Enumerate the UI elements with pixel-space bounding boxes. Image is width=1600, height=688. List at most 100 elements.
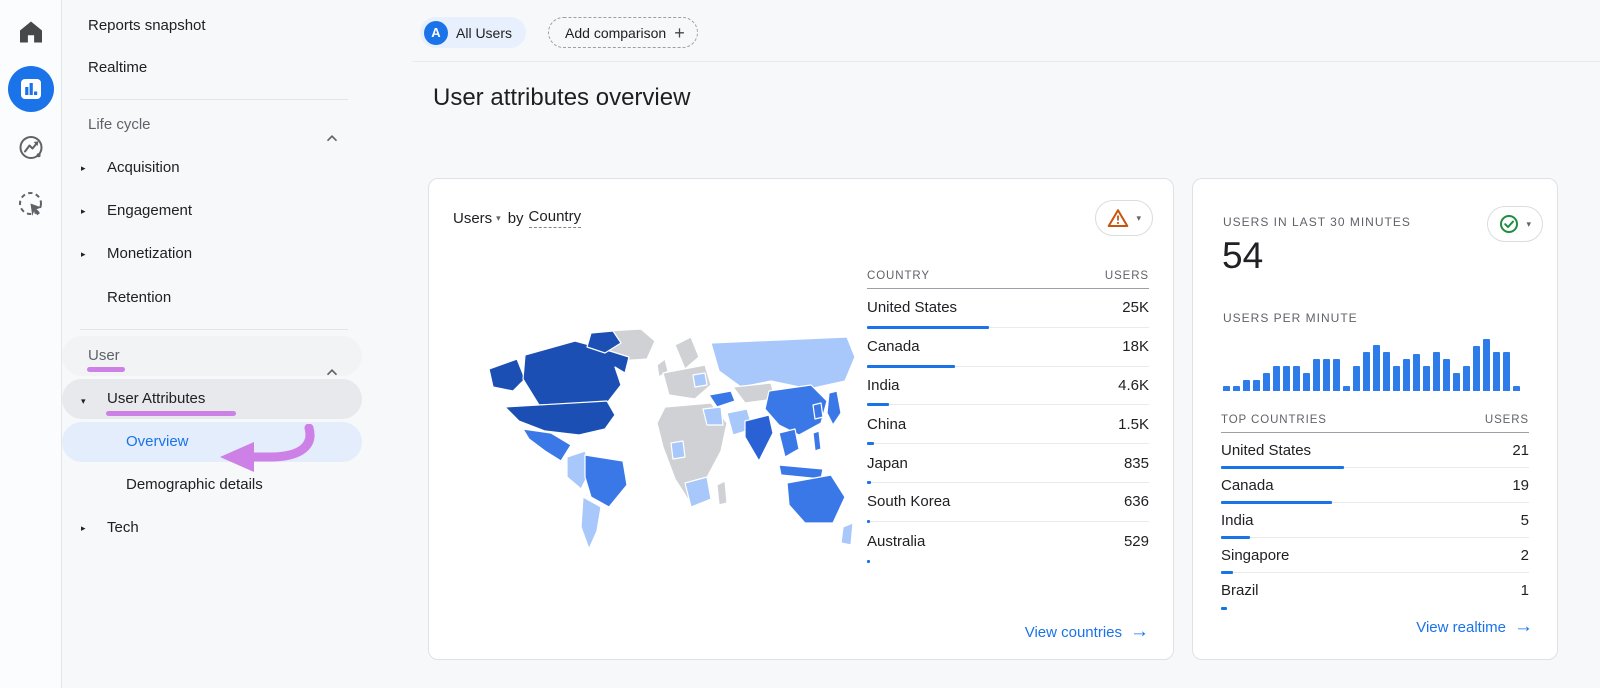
all-users-chip[interactable]: A All Users — [420, 17, 527, 48]
annotation-underline-user — [87, 367, 125, 372]
users-per-minute-bar — [1353, 366, 1360, 391]
world-map — [488, 329, 856, 550]
arrow-right-icon: → — [1514, 616, 1533, 637]
explore-icon[interactable] — [17, 134, 45, 167]
users-per-minute-bar — [1473, 346, 1480, 391]
table-row: Canada 18K — [867, 328, 1149, 368]
table-row: Singapore 2 — [1221, 538, 1529, 574]
nav-demographic-details[interactable]: Demographic details — [62, 467, 362, 503]
users-per-minute-bar — [1423, 366, 1430, 391]
table-row: India 4.6K — [867, 367, 1149, 407]
realtime-status-button[interactable]: ▾ — [1487, 206, 1543, 242]
home-icon[interactable] — [17, 19, 44, 50]
dimension-selector[interactable]: Country — [528, 208, 582, 228]
dropdown-caret-icon: ▾ — [1526, 218, 1531, 229]
users-last-30-value: 54 — [1222, 235, 1264, 276]
table-header: TOP COUNTRIES USERS — [1221, 407, 1529, 433]
add-comparison-button[interactable]: Add comparison + — [548, 17, 698, 48]
nav-tech[interactable]: ▸ Tech — [62, 510, 362, 546]
table-row: Brazil 1 — [1221, 573, 1529, 610]
users-per-minute-bar — [1333, 359, 1340, 391]
arrow-right-icon: → — [1130, 621, 1149, 642]
users-per-minute-bar — [1463, 366, 1470, 391]
users-per-minute-bar — [1383, 352, 1390, 391]
nav-engagement[interactable]: ▸ Engagement — [62, 193, 362, 229]
report-nav: Reports snapshot Realtime Life cycle ▸ Ac… — [62, 0, 362, 688]
table-row: South Korea 636 — [867, 483, 1149, 523]
users-per-minute-bar — [1243, 380, 1250, 391]
table-row: China 1.5K — [867, 405, 1149, 446]
nav-divider — [80, 329, 348, 330]
users-per-minute-label: USERS PER MINUTE — [1223, 311, 1358, 325]
table-row: United States 25K — [867, 289, 1149, 329]
users-per-minute-bar — [1443, 359, 1450, 391]
top-countries-table: TOP COUNTRIES USERS United States 21 Cana… — [1221, 407, 1529, 610]
row-bar — [867, 559, 870, 563]
users-by-country-card: Users ▾ by Country ▾ COUNTRY USERS Unite… — [428, 178, 1174, 660]
users-per-minute-bar — [1263, 373, 1270, 391]
realtime-card: USERS IN LAST 30 MINUTES ▾ 54 USERS PER … — [1192, 178, 1558, 660]
users-per-minute-bar — [1313, 359, 1320, 391]
comparison-avatar: A — [424, 20, 448, 45]
nav-overview[interactable]: Overview — [62, 422, 362, 462]
add-comparison-label: Add comparison — [565, 24, 667, 41]
nav-monetization[interactable]: ▸ Monetization — [62, 236, 362, 272]
countries-table: COUNTRY USERS United States 25K Canada 18K… — [867, 263, 1149, 563]
users-per-minute-bar — [1433, 352, 1440, 391]
check-circle-icon — [1500, 215, 1519, 233]
users-per-minute-bar — [1233, 386, 1240, 391]
metric-selector[interactable]: Users — [453, 210, 492, 227]
dropdown-caret-icon: ▾ — [496, 212, 501, 223]
users-per-minute-bar — [1363, 352, 1370, 391]
table-row: United States 21 — [1221, 433, 1529, 469]
users-per-minute-chart — [1223, 337, 1527, 391]
users-per-minute-bar — [1273, 366, 1280, 391]
view-countries-link[interactable]: View countries → — [1025, 621, 1149, 643]
users-per-minute-bar — [1373, 345, 1380, 391]
users-per-minute-bar — [1503, 352, 1510, 391]
expand-caret-icon: ▸ — [81, 523, 86, 533]
advertising-icon[interactable] — [17, 190, 45, 223]
users-last-30-label: USERS IN LAST 30 MINUTES — [1223, 215, 1411, 229]
nav-retention[interactable]: Retention — [62, 280, 362, 316]
data-quality-button[interactable]: ▾ — [1095, 200, 1153, 236]
table-row: Canada 19 — [1221, 468, 1529, 504]
reports-icon[interactable] — [7, 66, 54, 112]
users-per-minute-bar — [1293, 366, 1300, 391]
plus-icon: + — [674, 22, 685, 43]
users-per-minute-bar — [1253, 380, 1260, 391]
warning-icon — [1108, 209, 1129, 227]
users-per-minute-bar — [1303, 373, 1310, 391]
nav-realtime[interactable]: Realtime — [62, 50, 362, 86]
users-per-minute-bar — [1323, 359, 1330, 391]
page-title: User attributes overview — [433, 84, 691, 111]
all-users-label: All Users — [456, 24, 513, 41]
header-divider — [412, 61, 1600, 62]
table-row: India 5 — [1221, 503, 1529, 539]
app-rail — [0, 0, 62, 688]
view-realtime-link[interactable]: View realtime → — [1416, 616, 1533, 638]
users-per-minute-bar — [1513, 386, 1520, 391]
card-header: Users ▾ by Country ▾ — [453, 199, 1153, 237]
users-per-minute-bar — [1453, 373, 1460, 391]
table-row: Japan 835 — [867, 444, 1149, 484]
nav-reports-snapshot[interactable]: Reports snapshot — [62, 8, 362, 44]
users-per-minute-bar — [1413, 354, 1420, 391]
collapse-caret-icon: ▾ — [81, 396, 86, 406]
annotation-underline-user-attributes — [106, 411, 236, 416]
dropdown-caret-icon: ▾ — [1136, 212, 1141, 223]
users-per-minute-bar — [1223, 386, 1230, 391]
row-bar — [1221, 607, 1227, 610]
table-row: Australia 529 — [867, 522, 1149, 563]
users-per-minute-bar — [1493, 352, 1500, 391]
expand-caret-icon: ▸ — [81, 249, 86, 259]
nav-acquisition[interactable]: ▸ Acquisition — [62, 150, 362, 186]
users-per-minute-bar — [1403, 359, 1410, 391]
table-header: COUNTRY USERS — [867, 263, 1149, 289]
users-per-minute-bar — [1283, 366, 1290, 391]
comparison-bar: A All Users Add comparison + — [420, 17, 698, 48]
users-per-minute-bar — [1393, 366, 1400, 391]
nav-section-life-cycle[interactable]: Life cycle — [62, 107, 362, 143]
nav-divider — [80, 99, 348, 100]
users-per-minute-bar — [1483, 339, 1490, 391]
